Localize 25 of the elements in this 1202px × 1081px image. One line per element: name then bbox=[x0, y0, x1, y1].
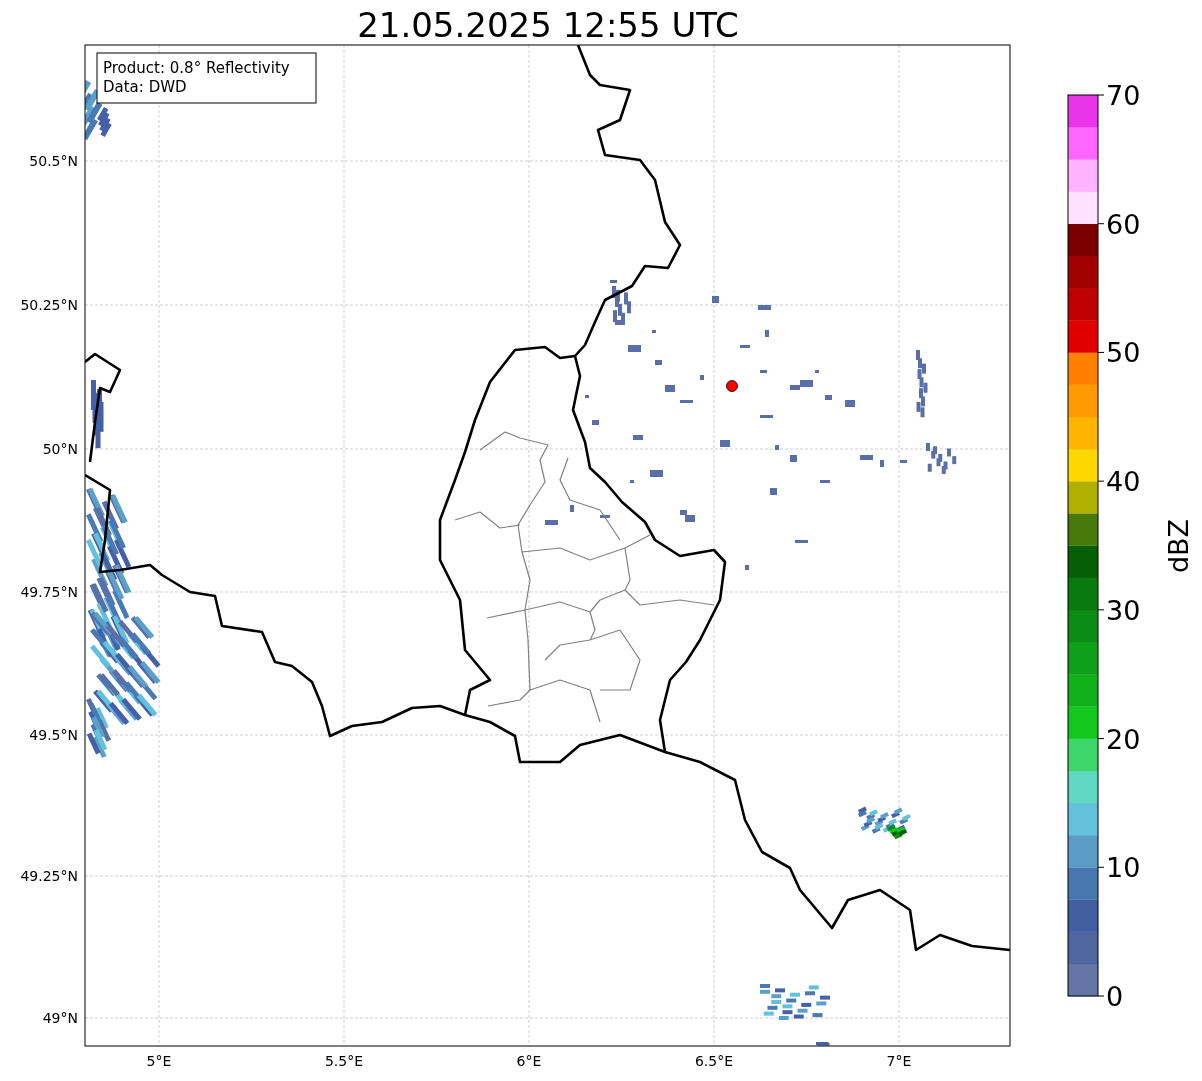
colorbar-tick-label: 50 bbox=[1106, 337, 1141, 369]
axis-tick-label: 50°N bbox=[42, 441, 78, 457]
axis-tick-label: 5.5°E bbox=[324, 1053, 364, 1069]
colorbar-tick-label: 10 bbox=[1106, 852, 1141, 884]
axis-tick-label: 6.5°E bbox=[694, 1053, 734, 1069]
axis-tick-label: 49.5°N bbox=[29, 727, 78, 743]
axis-tick-label: 50.5°N bbox=[29, 153, 78, 169]
axis-tick-label: 7°E bbox=[886, 1053, 912, 1069]
legend-text: Data: DWD bbox=[103, 78, 187, 96]
axis-tick-label: 50.25°N bbox=[20, 297, 78, 313]
legend-text: Product: 0.8° Reflectivity bbox=[103, 59, 290, 77]
colorbar-tick-label: 20 bbox=[1106, 723, 1141, 755]
colorbar-tick-label: 0 bbox=[1106, 981, 1124, 1012]
colorbar-label: dBZ bbox=[1163, 518, 1194, 574]
axis-tick-label: 49.25°N bbox=[20, 868, 78, 884]
axis-tick-label: 5°E bbox=[146, 1053, 172, 1069]
chart-title: 21.05.2025 12:55 UTC bbox=[357, 5, 739, 45]
colorbar-tick-label: 30 bbox=[1106, 594, 1141, 626]
colorbar-tick-label: 60 bbox=[1106, 208, 1141, 240]
colorbar-tick-label: 40 bbox=[1106, 466, 1141, 498]
axis-tick-label: 49°N bbox=[42, 1010, 78, 1026]
axis-tick-label: 6°E bbox=[516, 1053, 542, 1069]
radar-site-marker bbox=[726, 380, 738, 392]
colorbar-tick-label: 70 bbox=[1106, 80, 1141, 111]
axis-tick-label: 49.75°N bbox=[20, 584, 78, 600]
